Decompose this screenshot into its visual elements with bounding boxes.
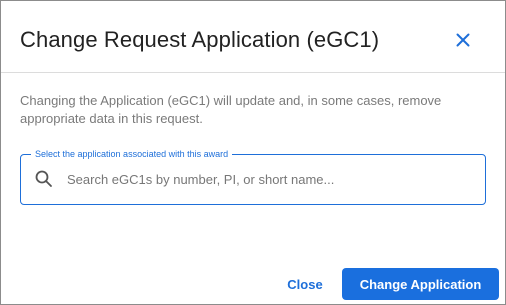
change-application-button[interactable]: Change Application [342, 268, 499, 300]
close-button[interactable]: Close [277, 268, 333, 300]
close-icon[interactable] [450, 27, 476, 53]
dialog-header: Change Request Application (eGC1) [1, 1, 505, 73]
close-icon-glyph [456, 33, 470, 47]
application-search-input[interactable] [67, 167, 467, 191]
application-search-field[interactable]: Select the application associated with t… [20, 148, 486, 205]
change-application-dialog: Change Request Application (eGC1) Changi… [0, 0, 506, 305]
dialog-description: Changing the Application (eGC1) will upd… [20, 93, 442, 126]
dialog-title: Change Request Application (eGC1) [20, 27, 380, 52]
field-label: Select the application associated with t… [31, 148, 233, 160]
search-icon [35, 170, 52, 187]
